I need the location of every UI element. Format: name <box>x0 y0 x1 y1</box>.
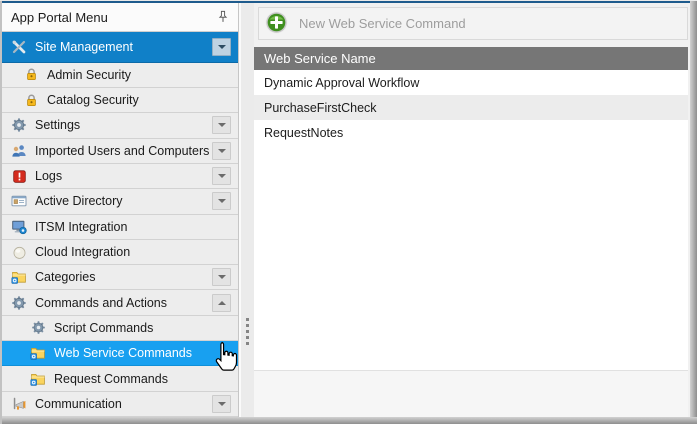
sidebar-item-communication[interactable]: Communication <box>2 392 238 417</box>
sidebar-item-label: Cloud Integration <box>35 245 238 259</box>
window-edge-right <box>690 1 697 424</box>
window-edge-left <box>0 1 2 424</box>
lock-icon <box>22 92 40 108</box>
sidebar-item-cloud-integration[interactable]: Cloud Integration <box>2 240 238 265</box>
lock-icon <box>22 67 40 83</box>
sidebar-item-label: Logs <box>35 169 212 183</box>
folder-gear-icon <box>29 371 47 387</box>
grid-column-header-web-service-name[interactable]: Web Service Name <box>254 47 688 70</box>
expand-group-button[interactable] <box>212 116 231 134</box>
app-window: App Portal Menu <box>0 0 697 424</box>
sidebar-item-label: Request Commands <box>54 372 238 386</box>
sidebar-item-active-directory[interactable]: Active Directory <box>2 189 238 214</box>
gear-icon <box>10 117 28 133</box>
folder-gear-icon <box>10 269 28 285</box>
sidebar-item-label: Catalog Security <box>47 93 238 107</box>
expand-group-button[interactable] <box>212 142 231 160</box>
sidebar-item-label: Script Commands <box>54 321 238 335</box>
sidebar-item-label: Active Directory <box>35 194 212 208</box>
web-service-name-cell: Dynamic Approval Workflow <box>264 76 419 90</box>
expand-group-button[interactable] <box>212 395 231 413</box>
panel-footer-area <box>254 370 688 417</box>
sidebar-item-admin-security[interactable]: Admin Security <box>2 63 238 88</box>
sidebar-item-commands-and-actions[interactable]: Commands and Actions <box>2 290 238 315</box>
sidebar-item-label: ITSM Integration <box>35 220 238 234</box>
sidebar-item-categories[interactable]: Categories <box>2 265 238 290</box>
expand-group-button[interactable] <box>212 167 231 185</box>
sidebar-item-label: Categories <box>35 270 212 284</box>
sidebar-item-label: Settings <box>35 118 212 132</box>
expand-group-button[interactable] <box>212 268 231 286</box>
new-web-service-command-button[interactable]: New Web Service Command <box>265 11 466 37</box>
web-service-name-cell: PurchaseFirstCheck <box>264 101 377 115</box>
sidebar-item-label: Web Service Commands <box>54 346 238 360</box>
grid-row-purchasefirstcheck[interactable]: PurchaseFirstCheck <box>254 95 688 120</box>
folder-gear-icon <box>29 345 47 361</box>
sidebar-item-label: Admin Security <box>47 68 238 82</box>
sidebar-item-label: Site Management <box>35 40 212 54</box>
megaphone-icon <box>10 396 28 412</box>
add-icon <box>265 11 288 37</box>
sidebar-item-itsm-integration[interactable]: ITSM Integration <box>2 215 238 240</box>
contact-card-icon <box>10 193 28 209</box>
collapse-group-button[interactable] <box>212 38 231 56</box>
window-edge-bottom <box>0 417 697 424</box>
toolbar: New Web Service Command <box>258 7 688 40</box>
web-service-name-cell: RequestNotes <box>264 126 343 140</box>
sidebar-item-label: Imported Users and Computers <box>35 144 212 158</box>
sidebar-item-logs[interactable]: Logs <box>2 164 238 189</box>
pin-icon[interactable] <box>214 8 232 26</box>
sidebar-item-label: Commands and Actions <box>35 296 212 310</box>
splitter-grip-icon <box>246 318 249 345</box>
grid-row-dynamic-approval-workflow[interactable]: Dynamic Approval Workflow <box>254 70 688 95</box>
gear-icon <box>10 295 28 311</box>
tools-icon <box>10 39 28 55</box>
cloud-icon <box>10 244 28 260</box>
sidebar-item-settings[interactable]: Settings <box>2 113 238 138</box>
sidebar-title: App Portal Menu <box>11 10 214 25</box>
sidebar-item-label: Communication <box>35 397 212 411</box>
sidebar-menu: Site Management Admin Security <box>2 32 238 417</box>
error-log-icon <box>10 168 28 184</box>
column-header-label: Web Service Name <box>264 51 376 66</box>
app-portal-menu-panel: App Portal Menu <box>2 3 239 417</box>
sidebar-item-imported-users-and-computers[interactable]: Imported Users and Computers <box>2 139 238 164</box>
window-content: App Portal Menu <box>2 3 690 417</box>
web-service-commands-panel: New Web Service Command Web Service Name… <box>254 3 690 417</box>
gear-icon <box>29 320 47 336</box>
new-web-service-command-label: New Web Service Command <box>299 16 466 31</box>
sidebar-item-site-management[interactable]: Site Management <box>2 32 238 63</box>
expand-group-button[interactable] <box>212 192 231 210</box>
collapse-group-button[interactable] <box>212 294 231 312</box>
monitor-gear-icon <box>10 219 28 235</box>
users-icon <box>10 143 28 159</box>
sidebar-item-request-commands[interactable]: Request Commands <box>2 366 238 391</box>
grid-row-requestnotes[interactable]: RequestNotes <box>254 120 688 145</box>
sidebar-header: App Portal Menu <box>2 3 238 32</box>
panel-splitter[interactable] <box>239 3 254 417</box>
sidebar-item-web-service-commands[interactable]: Web Service Commands <box>2 341 238 366</box>
sidebar-item-script-commands[interactable]: Script Commands <box>2 316 238 341</box>
sidebar-item-catalog-security[interactable]: Catalog Security <box>2 88 238 113</box>
